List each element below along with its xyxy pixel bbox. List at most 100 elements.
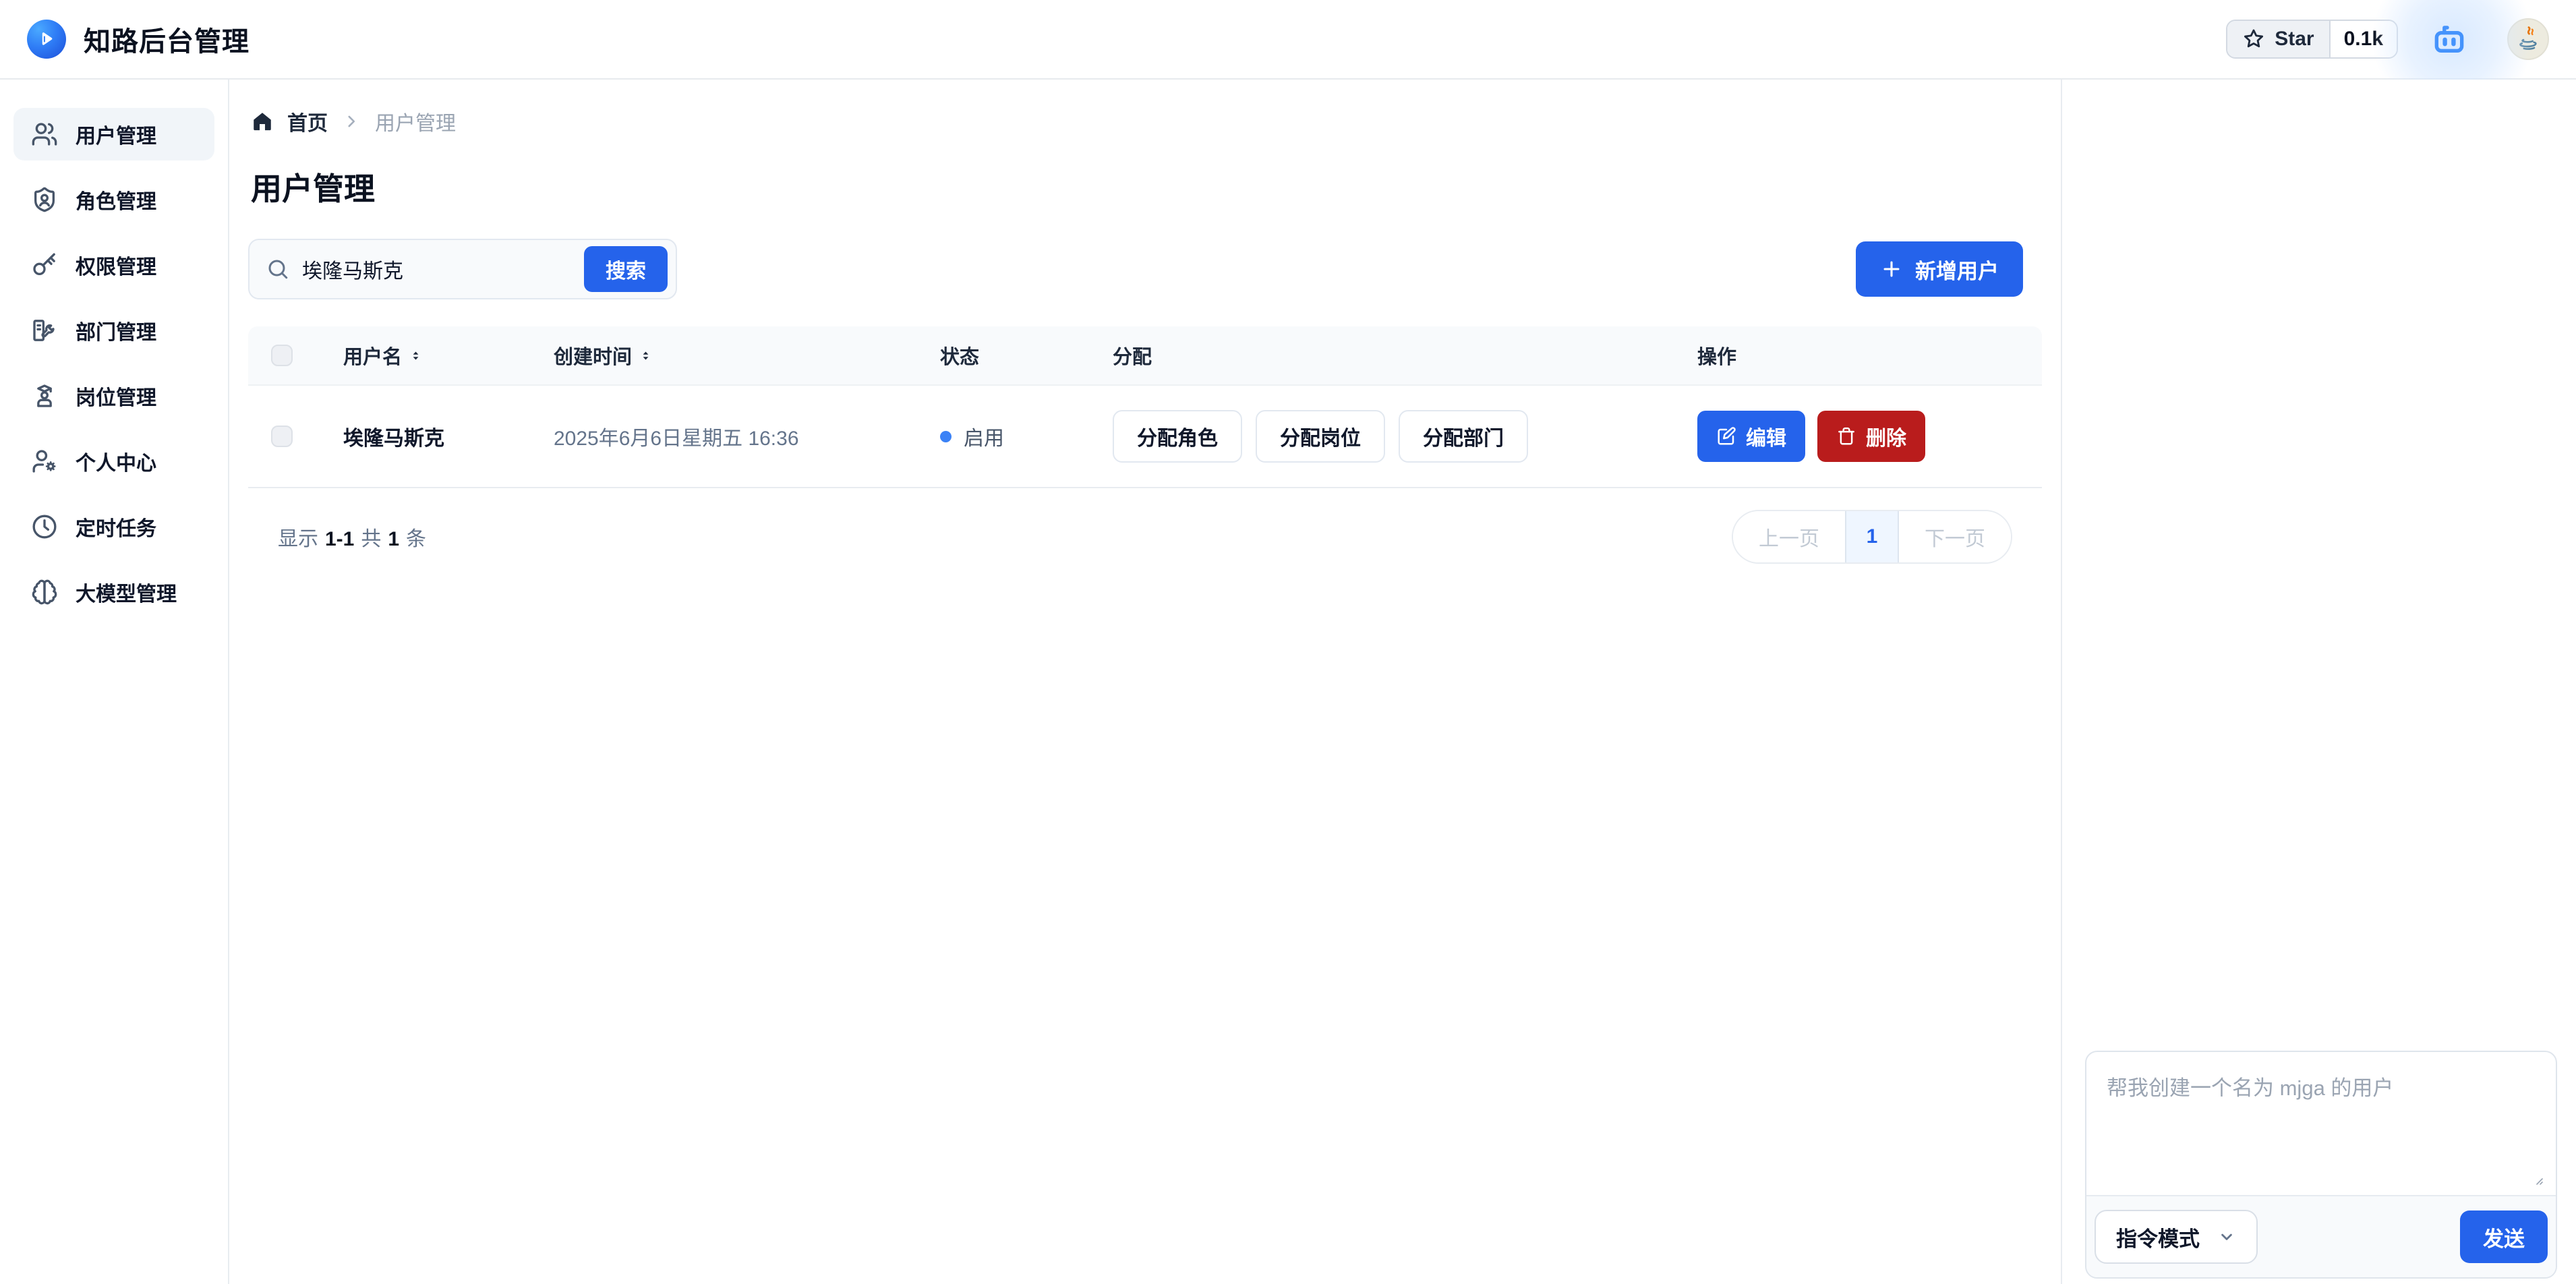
- sidebar-item-department-management[interactable]: 部门管理: [13, 304, 214, 357]
- sidebar-item-scheduled-tasks[interactable]: 定时任务: [13, 500, 214, 553]
- star-label: Star: [2275, 28, 2314, 51]
- assistant-panel: 指令模式 发送: [2061, 80, 2576, 1284]
- search-icon: [266, 257, 290, 281]
- users-table: 用户名 创建时间 状态 分配 操作: [248, 326, 2042, 488]
- github-star-badge[interactable]: Star 0.1k: [2226, 20, 2398, 59]
- breadcrumb-current: 用户管理: [375, 107, 456, 136]
- table-header-row: 用户名 创建时间 状态 分配 操作: [248, 326, 2042, 386]
- chat-box: 指令模式 发送: [2085, 1051, 2557, 1279]
- sidebar: 用户管理 角色管理 权限管理 部门管理 岗位管理 个人中心 定时任务 大模型管: [0, 80, 229, 1284]
- cell-actions: 编辑 删除: [1697, 411, 2042, 462]
- sort-chevrons-icon: [640, 350, 651, 361]
- sidebar-item-label: 部门管理: [76, 316, 156, 345]
- sidebar-item-role-management[interactable]: 角色管理: [13, 173, 214, 226]
- key-icon: [31, 252, 58, 279]
- sidebar-item-permission-management[interactable]: 权限管理: [13, 239, 214, 291]
- sidebar-item-label: 定时任务: [76, 512, 156, 542]
- star-count: 0.1k: [2331, 21, 2397, 57]
- cell-username: 埃隆马斯克: [343, 421, 554, 451]
- table-header-actions: 操作: [1697, 341, 2042, 370]
- sidebar-item-user-management[interactable]: 用户管理: [13, 108, 214, 160]
- table-header-created-at[interactable]: 创建时间: [554, 341, 940, 370]
- edit-label: 编辑: [1746, 421, 1786, 451]
- app-title: 知路后台管理: [84, 20, 250, 59]
- breadcrumb: 首页 用户管理: [251, 107, 2042, 136]
- row-checkbox[interactable]: [271, 426, 293, 447]
- brain-icon: [31, 579, 58, 606]
- pager: 上一页 1 下一页: [1732, 510, 2012, 564]
- chat-input[interactable]: [2086, 1052, 2556, 1195]
- sidebar-item-llm-management[interactable]: 大模型管理: [13, 566, 214, 618]
- assign-post-button[interactable]: 分配岗位: [1256, 410, 1385, 463]
- java-logo-icon: [2513, 24, 2543, 54]
- clock-icon: [31, 513, 58, 540]
- mode-select[interactable]: 指令模式: [2095, 1210, 2258, 1264]
- edit-button[interactable]: 编辑: [1697, 411, 1805, 462]
- sidebar-item-profile-center[interactable]: 个人中心: [13, 435, 214, 488]
- star-icon: [2242, 28, 2265, 51]
- send-button[interactable]: 发送: [2460, 1210, 2548, 1263]
- cell-assign: 分配角色 分配岗位 分配部门: [1113, 410, 1697, 463]
- next-page-button[interactable]: 下一页: [1899, 511, 2011, 562]
- cell-status: 启用: [940, 421, 1113, 451]
- chevron-right-icon: [343, 113, 360, 130]
- sidebar-item-label: 权限管理: [76, 250, 156, 280]
- summary-total: 1: [388, 528, 399, 551]
- home-icon: [251, 110, 274, 133]
- cell-created-at: 2025年6月6日星期五 16:36: [554, 421, 940, 451]
- current-page-button[interactable]: 1: [1845, 511, 1899, 562]
- assign-department-button[interactable]: 分配部门: [1399, 410, 1528, 463]
- add-user-label: 新增用户: [1915, 254, 1999, 285]
- chevron-down-icon: [2217, 1227, 2236, 1246]
- pagination-row: 显示 1-1 共 1 条 上一页 1 下一页: [248, 510, 2042, 564]
- main-content: 首页 用户管理 用户管理 搜索 新增用户: [229, 80, 2061, 1284]
- table-header-assign: 分配: [1113, 341, 1697, 370]
- department-icon: [31, 317, 58, 344]
- search-box: 搜索: [248, 239, 677, 299]
- top-bar: 知路后台管理 Star 0.1k: [0, 0, 2576, 80]
- top-bar-actions: Star 0.1k: [2226, 14, 2549, 64]
- status-dot: [940, 431, 952, 442]
- table-row: 埃隆马斯克 2025年6月6日星期五 16:36 启用 分配角色 分配岗位 分配…: [248, 386, 2042, 488]
- graduate-icon: [31, 382, 58, 409]
- assign-role-button[interactable]: 分配角色: [1113, 410, 1242, 463]
- delete-label: 删除: [1866, 421, 1906, 451]
- mode-select-label: 指令模式: [2116, 1222, 2200, 1252]
- add-user-button[interactable]: 新增用户: [1856, 241, 2023, 297]
- header-created-label: 创建时间: [554, 341, 632, 370]
- assistant-robot-button[interactable]: [2428, 14, 2478, 64]
- sidebar-item-label: 角色管理: [76, 185, 156, 214]
- brand: 知路后台管理: [27, 20, 250, 59]
- summary-prefix: 显示: [278, 522, 318, 552]
- shield-user-icon: [31, 186, 58, 213]
- table-header-status: 状态: [940, 341, 1113, 370]
- pagination-summary: 显示 1-1 共 1 条: [278, 522, 426, 552]
- summary-unit: 条: [406, 522, 426, 552]
- user-gear-icon: [31, 448, 58, 475]
- delete-button[interactable]: 删除: [1817, 411, 1925, 462]
- sidebar-item-label: 大模型管理: [76, 577, 177, 607]
- prev-page-button[interactable]: 上一页: [1733, 511, 1845, 562]
- breadcrumb-home-link[interactable]: 首页: [251, 107, 328, 136]
- robot-icon: [2428, 18, 2471, 61]
- sidebar-item-post-management[interactable]: 岗位管理: [13, 370, 214, 422]
- search-button[interactable]: 搜索: [584, 246, 668, 292]
- select-all-checkbox[interactable]: [271, 345, 293, 366]
- sidebar-item-label: 岗位管理: [76, 381, 156, 411]
- user-avatar[interactable]: [2507, 18, 2549, 60]
- sidebar-item-label: 用户管理: [76, 119, 156, 149]
- sort-chevrons-icon: [410, 350, 421, 361]
- app-logo-icon: [27, 20, 66, 59]
- search-input[interactable]: [290, 258, 584, 281]
- status-label: 启用: [964, 421, 1004, 451]
- users-icon: [31, 121, 58, 148]
- plus-icon: [1880, 258, 1903, 281]
- toolbar: 搜索 新增用户: [248, 239, 2042, 299]
- table-header-username[interactable]: 用户名: [343, 341, 554, 370]
- summary-range: 1-1: [325, 528, 354, 551]
- chat-bar: 指令模式 发送: [2086, 1195, 2556, 1277]
- chat-input-wrap: [2086, 1052, 2556, 1195]
- edit-pencil-icon: [1716, 426, 1736, 446]
- sidebar-item-label: 个人中心: [76, 446, 156, 476]
- breadcrumb-home-label: 首页: [287, 107, 328, 136]
